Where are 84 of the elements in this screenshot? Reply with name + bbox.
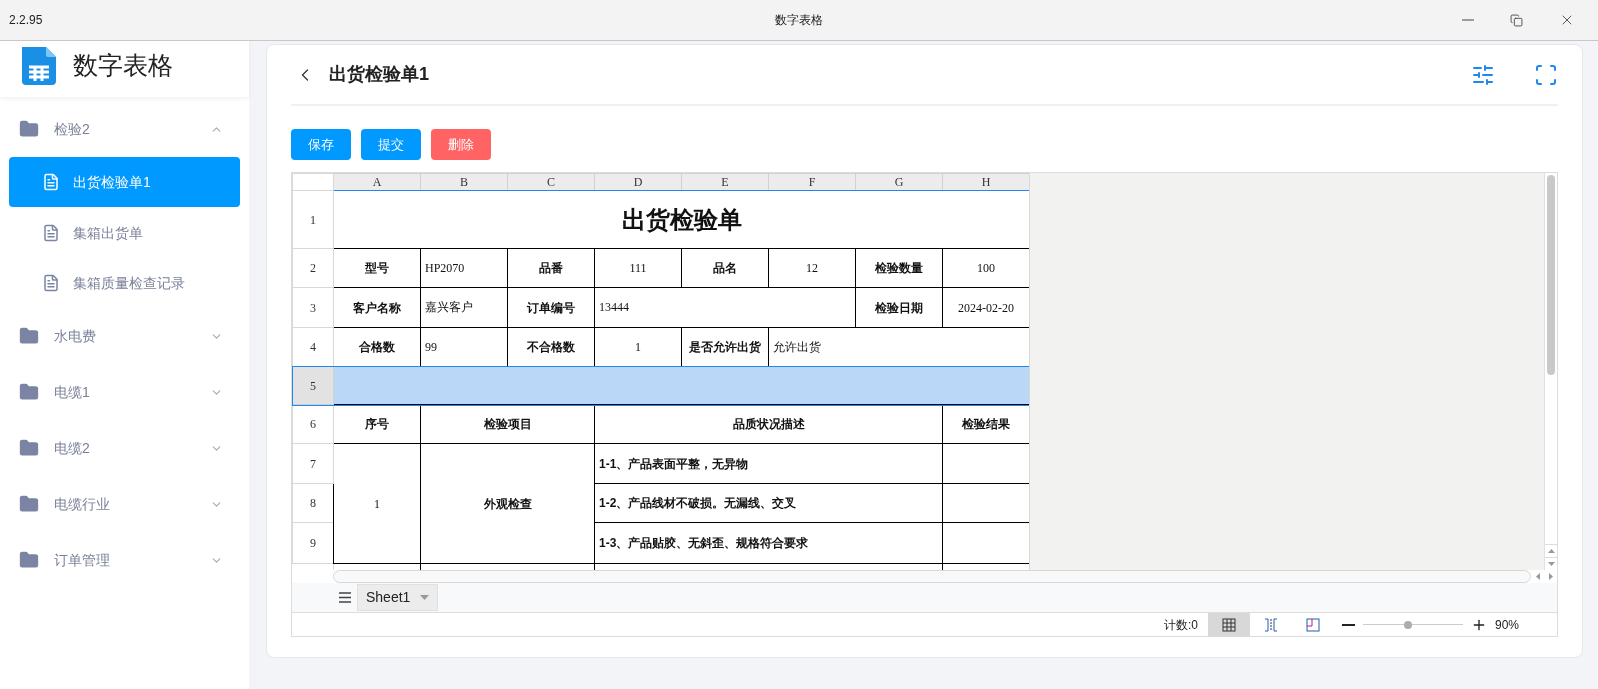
menu-icon — [339, 592, 351, 603]
document-icon — [42, 173, 60, 191]
row-header[interactable]: 6 — [292, 404, 334, 444]
view-button[interactable] — [1207, 613, 1250, 636]
zoom-slider[interactable] — [1362, 620, 1463, 629]
table-cell: 111 — [594, 248, 682, 288]
table-cell: 品质状况描述 — [594, 404, 943, 444]
minus-icon — [1341, 623, 1355, 626]
table-cell: 品番 — [507, 248, 595, 288]
sheet-tab[interactable]: Sheet1 — [357, 584, 439, 611]
app-version: 2.2.95 — [9, 12, 43, 29]
table-cell: 检验日期 — [855, 287, 943, 328]
folder-icon — [19, 326, 39, 346]
left-arrow-icon — [1535, 573, 1540, 580]
table-cell: 1-3、产品贴胶、无斜歪、规格符合要求 — [594, 522, 943, 564]
fullscreen-icon — [1534, 62, 1558, 87]
window-title: 数字表格 — [775, 12, 823, 29]
table-cell: 1-2、产品线材不破损。无漏线、交叉 — [594, 483, 943, 523]
zoom-percentage: 90% — [1494, 616, 1519, 634]
row-header[interactable]: 3 — [292, 287, 334, 328]
page-layout-icon — [1305, 617, 1320, 632]
grid-icon — [1221, 617, 1236, 632]
row-header[interactable]: 2 — [292, 248, 334, 288]
document-icon — [42, 224, 60, 242]
app-name: 数字表格 — [73, 50, 173, 82]
table-cell: 型号 — [333, 248, 421, 288]
table-cell: 1-1、产品表面平整，无异物 — [594, 443, 943, 484]
column-header[interactable]: G — [855, 173, 943, 191]
table-cell: 嘉兴客户 — [420, 287, 508, 328]
row-header[interactable]: 9 — [292, 522, 334, 564]
document-icon — [42, 274, 60, 292]
vertical-scrollbar[interactable] — [1544, 173, 1557, 570]
column-header[interactable]: B — [420, 173, 508, 191]
row-header[interactable]: 8 — [292, 483, 334, 523]
table-cell: 检验项目 — [420, 404, 595, 444]
folder-group[interactable]: 电缆2 — [0, 420, 249, 476]
sidebar-item[interactable]: 集箱出货单 — [9, 208, 240, 258]
page-break-icon — [1263, 617, 1278, 632]
folder-icon — [19, 494, 39, 514]
folder-group[interactable]: 电缆行业 — [0, 476, 249, 532]
minimize-icon — [1462, 19, 1474, 21]
folder-group[interactable]: 水电费 — [0, 308, 249, 364]
restore-icon — [1510, 13, 1523, 27]
sidebar-item[interactable]: 集箱质量检查记录 — [9, 258, 240, 308]
sheet-menu-button[interactable] — [338, 592, 352, 603]
scrollbar-thumb[interactable] — [1547, 175, 1555, 375]
page-title: 出货检验单1 — [329, 63, 429, 86]
folder-group[interactable]: 检验2 — [0, 101, 249, 157]
column-header[interactable]: H — [942, 173, 1029, 191]
horizontal-scrollbar[interactable] — [333, 570, 1531, 583]
table-cell: 客户名称 — [333, 287, 421, 328]
row-header[interactable]: 5 — [292, 366, 334, 405]
table-cell: 12 — [768, 248, 856, 288]
folder-group[interactable]: 电缆1 — [0, 364, 249, 420]
zoom-out-button[interactable] — [1341, 623, 1355, 626]
folder-icon — [19, 119, 39, 139]
corner-cell[interactable] — [292, 173, 334, 191]
folder-icon — [19, 550, 39, 570]
down-arrow-icon — [1547, 562, 1555, 566]
caret-icon — [420, 595, 430, 600]
row-header[interactable]: 1 — [292, 190, 334, 249]
table-cell: 外观检查 — [420, 443, 595, 564]
table-cell: 检验数量 — [855, 248, 943, 288]
row-header[interactable]: 7 — [292, 443, 334, 484]
folder-icon — [19, 382, 39, 402]
row-header[interactable]: 4 — [292, 327, 334, 367]
up-arrow-icon — [1547, 549, 1555, 553]
settings-icon — [1471, 62, 1495, 87]
table-cell: 13444 — [594, 287, 856, 328]
table-cell: 品名 — [681, 248, 769, 288]
table-cell: 序号 — [333, 404, 421, 444]
folder-icon — [19, 438, 39, 458]
folder-group[interactable]: 订单管理 — [0, 532, 249, 588]
column-header[interactable]: C — [507, 173, 595, 191]
right-arrow-icon — [1548, 573, 1553, 580]
table-cell: HP2070 — [420, 248, 508, 288]
count-label: 计数:0 — [1163, 616, 1198, 634]
column-header[interactable]: E — [681, 173, 769, 191]
column-header[interactable]: D — [594, 173, 682, 191]
table-cell: 订单编号 — [507, 287, 595, 328]
spreadsheet-logo-icon — [19, 45, 57, 85]
column-header[interactable]: F — [768, 173, 856, 191]
slider-thumb[interactable] — [1403, 620, 1412, 629]
column-header[interactable]: A — [333, 173, 421, 191]
